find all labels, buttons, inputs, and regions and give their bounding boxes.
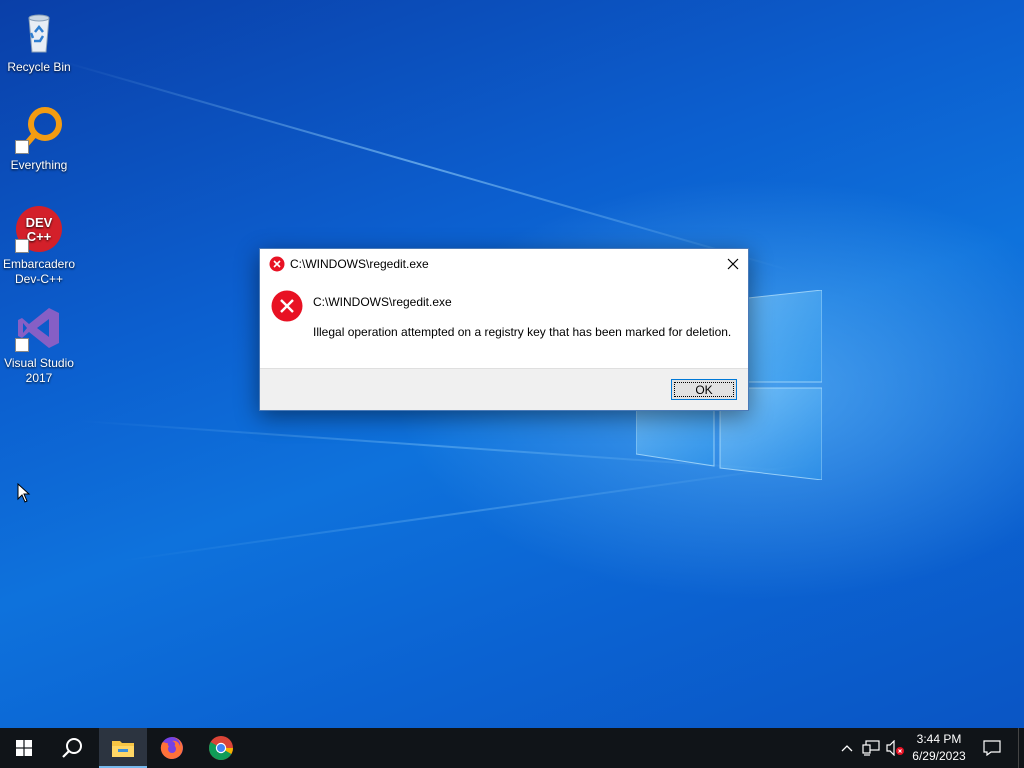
clock-time: 3:44 PM	[916, 732, 962, 746]
close-button[interactable]	[718, 249, 748, 279]
dialog-title: C:\WINDOWS\regedit.exe	[290, 257, 429, 271]
desktop-icon-devcpp[interactable]: DEV C++ Embarcadero Dev-C++	[0, 205, 78, 287]
desktop-icon-recycle-bin[interactable]: Recycle Bin	[0, 8, 78, 75]
mouse-cursor-icon	[17, 483, 31, 503]
firefox-icon	[160, 737, 183, 759]
search-button[interactable]	[48, 728, 96, 768]
desktop-icon-label: Embarcadero Dev-C++	[2, 257, 76, 286]
search-icon	[62, 738, 82, 758]
error-icon	[269, 256, 285, 272]
desktop-background: Recycle Bin Everything DEV C++ Embarcade…	[0, 0, 1024, 728]
ok-button[interactable]: OK	[671, 379, 737, 400]
desktop-icon-everything[interactable]: Everything	[0, 106, 78, 173]
tray-volume[interactable]	[884, 728, 906, 768]
dialog-titlebar[interactable]: C:\WINDOWS\regedit.exe	[260, 249, 748, 279]
desktop-icon-label: Everything	[10, 158, 68, 172]
desktop-icon-label: Recycle Bin	[7, 60, 71, 74]
dialog-footer: OK	[260, 368, 748, 410]
shortcut-arrow-icon	[15, 338, 29, 352]
devcpp-icon-text-bottom: C++	[27, 229, 52, 244]
chevron-up-icon	[841, 745, 853, 752]
error-dialog: C:\WINDOWS\regedit.exe C:\WINDOWS\regedi…	[259, 248, 749, 411]
shortcut-arrow-icon	[15, 140, 29, 154]
show-desktop-button[interactable]	[1018, 728, 1024, 768]
shortcut-arrow-icon	[15, 239, 29, 253]
action-center-button[interactable]	[978, 728, 1006, 768]
tray-overflow-button[interactable]	[838, 728, 856, 768]
wallpaper-beam	[59, 60, 791, 272]
desktop-icon-label: Visual Studio 2017	[4, 356, 74, 385]
start-button[interactable]	[0, 728, 48, 768]
notification-icon	[983, 740, 1001, 756]
taskbar-file-explorer[interactable]	[99, 728, 147, 768]
taskbar-chrome[interactable]	[197, 728, 245, 768]
dialog-message: Illegal operation attempted on a registr…	[313, 325, 732, 339]
taskbar-firefox[interactable]	[148, 728, 196, 768]
chrome-icon	[209, 736, 233, 761]
desktop-icon-visual-studio[interactable]: Visual Studio 2017	[0, 304, 78, 386]
dialog-heading: C:\WINDOWS\regedit.exe	[313, 295, 452, 309]
recycle-bin-icon	[15, 8, 63, 56]
close-icon	[727, 258, 739, 270]
clock-date: 6/29/2023	[912, 749, 966, 763]
devcpp-icon-text-top: DEV	[26, 215, 53, 230]
network-icon	[862, 740, 880, 756]
error-icon	[271, 290, 303, 322]
devcpp-icon: DEV C++	[15, 205, 63, 253]
volume-muted-icon	[886, 740, 904, 756]
visual-studio-icon	[15, 304, 63, 352]
everything-search-icon	[15, 106, 63, 154]
tray-network[interactable]	[860, 728, 882, 768]
tray-clock[interactable]: 3:44 PM 6/29/2023	[906, 731, 972, 765]
file-explorer-icon	[112, 741, 134, 757]
taskbar: 3:44 PM 6/29/2023	[0, 728, 1024, 768]
windows-start-icon	[16, 740, 32, 756]
